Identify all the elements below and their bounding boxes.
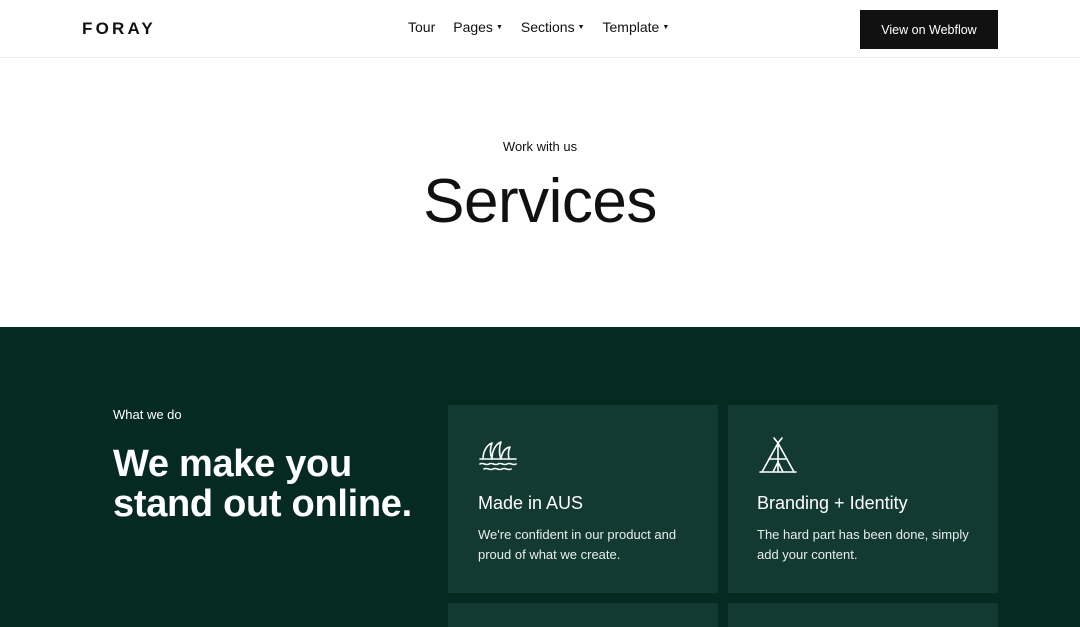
service-card-title: Branding + Identity bbox=[757, 493, 908, 513]
service-card-text: The hard part has been done, simply add … bbox=[757, 527, 969, 562]
hero-eyebrow: Work with us bbox=[502, 139, 578, 154]
service-card-partial bbox=[728, 603, 998, 627]
logo[interactable]: FORAY bbox=[82, 19, 156, 39]
caret-down-icon: ▼ bbox=[662, 23, 670, 31]
top-navigation: FORAY Tour Pages ▼ Sections ▼ Template ▼… bbox=[0, 0, 1080, 58]
caret-down-icon: ▼ bbox=[495, 23, 503, 31]
nav-link-label: Tour bbox=[408, 19, 436, 35]
service-card-title: Made in AUS bbox=[478, 493, 584, 513]
service-card-made-in-aus: Made in AUS We're confident in our produ… bbox=[448, 405, 718, 593]
service-card-branding-identity: Branding + Identity The hard part has be… bbox=[728, 405, 998, 593]
opera-house-icon bbox=[479, 441, 517, 471]
nav-link-template[interactable]: Template ▼ bbox=[603, 19, 670, 35]
nav-links: Tour Pages ▼ Sections ▼ Template ▼ bbox=[408, 19, 687, 35]
services-heading: We make you stand out online. bbox=[113, 443, 412, 525]
caret-down-icon: ▼ bbox=[577, 23, 585, 31]
view-on-webflow-button[interactable]: View on Webflow bbox=[860, 10, 998, 49]
services-eyebrow: What we do bbox=[113, 407, 182, 422]
nav-link-sections[interactable]: Sections ▼ bbox=[521, 19, 585, 35]
nav-link-pages[interactable]: Pages ▼ bbox=[453, 19, 503, 35]
service-card-text: We're confident in our product and proud… bbox=[478, 527, 677, 562]
teepee-icon bbox=[759, 437, 797, 473]
page-title: Services bbox=[423, 167, 657, 236]
nav-link-label: Template bbox=[602, 19, 660, 35]
nav-link-label: Pages bbox=[453, 19, 493, 35]
service-card-partial bbox=[448, 603, 718, 627]
services-section: What we do We make you stand out online.… bbox=[0, 327, 1080, 627]
nav-link-tour[interactable]: Tour bbox=[408, 19, 435, 35]
nav-link-label: Sections bbox=[520, 19, 575, 35]
